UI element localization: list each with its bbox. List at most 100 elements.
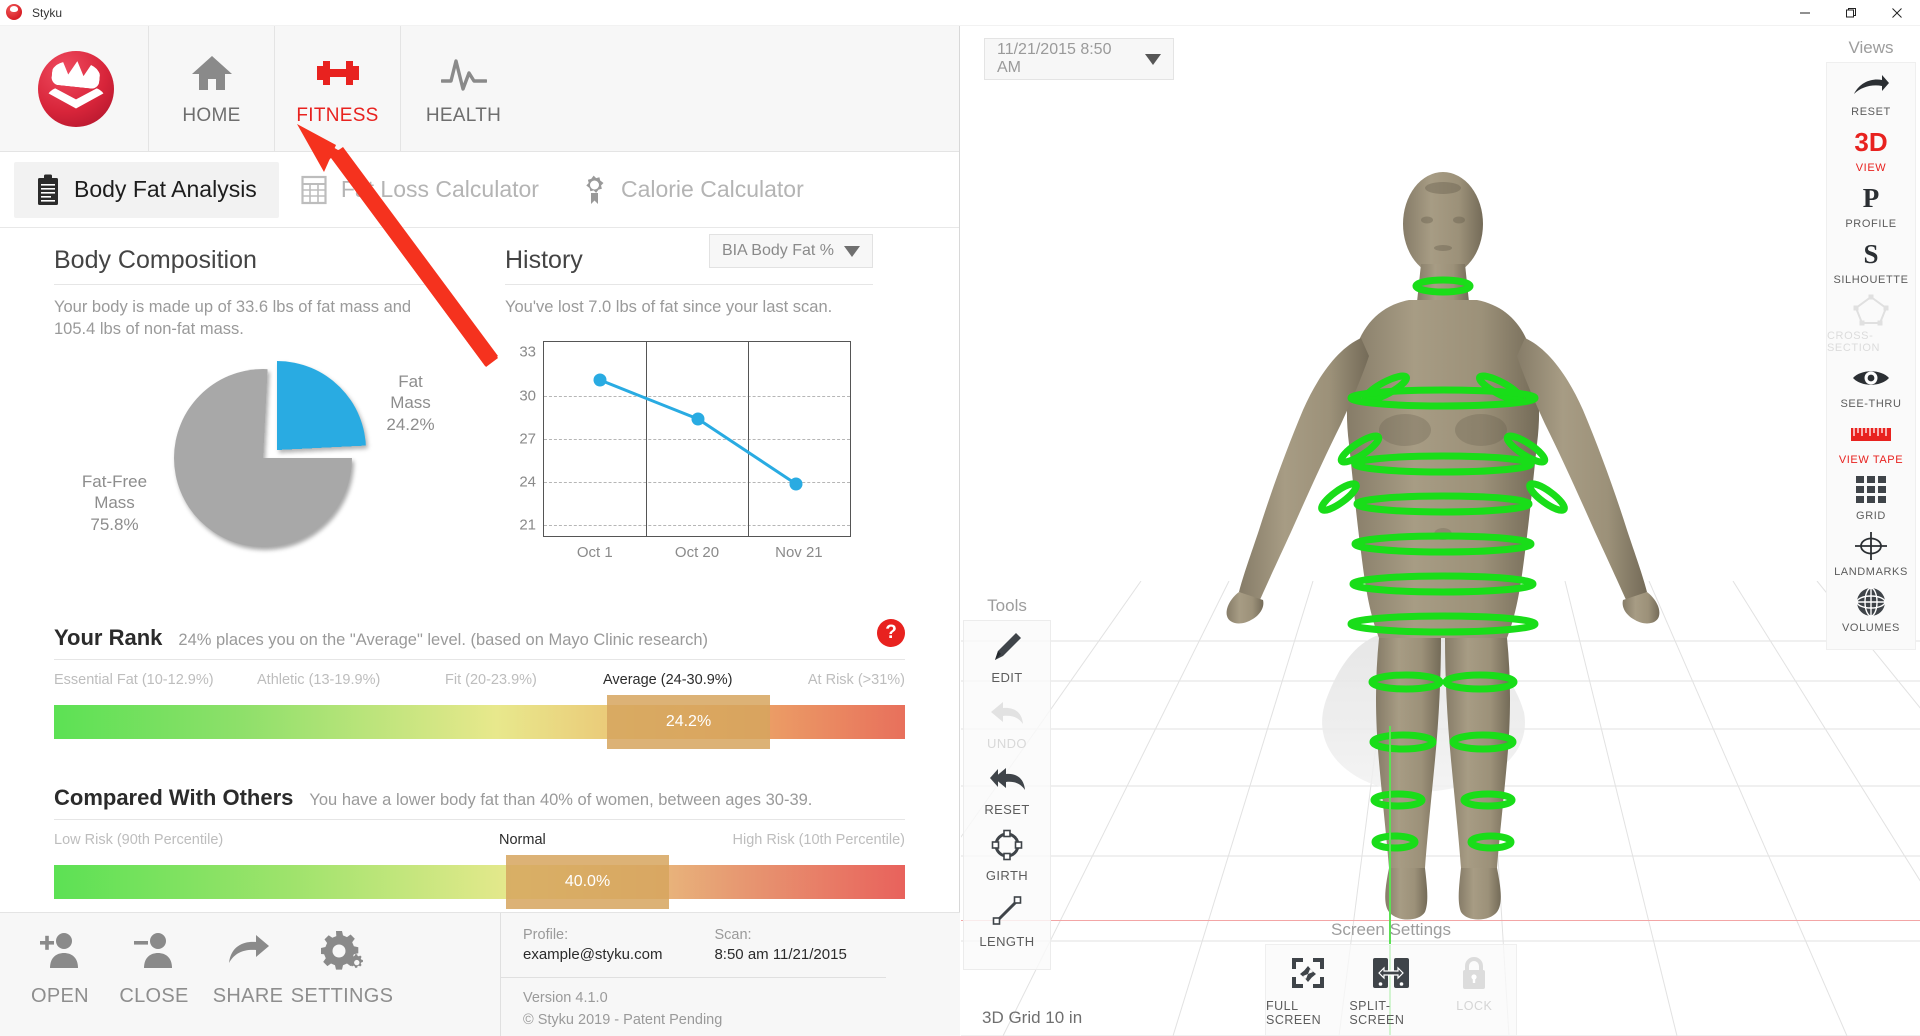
tool-label: RESET: [984, 802, 1029, 817]
length-line-icon: [991, 893, 1023, 929]
view-see-thru[interactable]: SEE-THRU: [1827, 361, 1915, 410]
profile-key: Profile:: [523, 927, 662, 943]
analysis-panel: HOME FITNESS HEALTH: [0, 26, 960, 1036]
reset-arrow-icon: [1852, 69, 1890, 103]
view-cross-section: CROSS-SECTION: [1827, 293, 1915, 354]
pentagon-icon: [1853, 293, 1889, 327]
data-point: [790, 477, 803, 490]
compared-gradient: [54, 865, 905, 899]
divider: [54, 284, 437, 285]
viewer-panel[interactable]: 11/21/2015 8:50 AM 3D Grid 10 in Tools E…: [961, 26, 1920, 1036]
tab-calorie-calculator[interactable]: Calorie Calculator: [561, 162, 826, 218]
your-rank-section: Your Rank 24% places you on the "Average…: [0, 625, 959, 739]
home-icon: [190, 51, 234, 95]
grid-icon: [1855, 473, 1887, 507]
view-volumes[interactable]: VOLUMES: [1827, 585, 1915, 634]
main-navbar: HOME FITNESS HEALTH: [0, 26, 959, 152]
view-grid[interactable]: GRID: [1827, 473, 1915, 522]
view-label: SEE-THRU: [1840, 398, 1901, 410]
history-metric-select[interactable]: BIA Body Fat %: [709, 234, 873, 268]
share-label: SHARE: [213, 985, 283, 1008]
rank-description: 24% places you on the "Average" level. (…: [178, 631, 708, 650]
share-arrow-icon: [225, 927, 271, 973]
history-description: You've lost 7.0 lbs of fat since your la…: [505, 297, 873, 319]
share-button[interactable]: SHARE: [204, 927, 292, 1008]
crosshair-icon: [1853, 529, 1889, 563]
pie-label-fat-free-mass: Fat-FreeMass 75.8%: [62, 471, 167, 536]
user-remove-icon: [132, 927, 176, 973]
x-axis-tick: Oct 20: [675, 544, 719, 561]
avatar-body: [1227, 172, 1660, 920]
rank-level-label: Essential Fat (10-12.9%): [54, 672, 214, 688]
view-silhouette[interactable]: S SILHOUETTE: [1827, 237, 1915, 286]
nav-item-health[interactable]: HEALTH: [400, 26, 526, 152]
divider: [505, 284, 873, 285]
close-button[interactable]: [1874, 0, 1920, 26]
tape-measure-icon: [1850, 417, 1892, 451]
full-screen-button[interactable]: FULL SCREEN: [1266, 953, 1349, 1027]
view-label: PROFILE: [1845, 218, 1896, 230]
body-composition-description: Your body is made up of 33.6 lbs of fat …: [54, 297, 437, 341]
view-3d[interactable]: 3D VIEW: [1827, 125, 1915, 174]
y-axis-tick: 30: [519, 387, 536, 404]
scan-date-select[interactable]: 11/21/2015 8:50 AM: [984, 38, 1174, 80]
letter-p-icon: P: [1863, 181, 1880, 215]
chart-series-line: [544, 342, 852, 538]
tool-length[interactable]: LENGTH: [964, 893, 1050, 949]
lock-button: LOCK: [1433, 953, 1516, 1027]
tab-body-fat-analysis[interactable]: Body Fat Analysis: [14, 162, 279, 218]
tool-reset[interactable]: RESET: [964, 761, 1050, 817]
nav-item-home[interactable]: HOME: [148, 26, 274, 152]
tab-fat-loss-calculator[interactable]: Fat Loss Calculator: [279, 162, 561, 218]
tab-label: Body Fat Analysis: [74, 176, 257, 203]
rank-level-label: At Risk (>31%): [808, 672, 905, 688]
open-button[interactable]: OPEN: [16, 927, 104, 1008]
heartbeat-icon: [441, 51, 487, 95]
y-axis-tick: 24: [519, 474, 536, 491]
nav-label-home: HOME: [182, 105, 240, 127]
view-label: LANDMARKS: [1834, 566, 1908, 578]
pie-label-fat-mass: Fat Mass 24.2%: [384, 371, 437, 436]
open-label: OPEN: [31, 985, 89, 1008]
tools-title: Tools: [963, 596, 1051, 616]
clipboard-icon: [36, 174, 60, 206]
analysis-content: Body Composition Your body is made up of…: [0, 228, 959, 952]
history-line-chart: 33 30 27 24 21 Oct 1 Oct 20 Nov 21: [543, 341, 873, 537]
version-text: Version 4.1.0: [523, 988, 886, 1010]
pie-graphic: [174, 361, 360, 547]
reset-arrow-icon: [988, 761, 1026, 797]
rank-gradient: [54, 705, 905, 739]
nav-item-fitness[interactable]: FITNESS: [274, 26, 400, 152]
view-landmarks[interactable]: LANDMARKS: [1827, 529, 1915, 578]
footer-info: Profile: example@styku.com Scan: 8:50 am…: [500, 913, 886, 1036]
split-screen-button[interactable]: SPLIT-SCREEN: [1349, 953, 1432, 1027]
view-reset[interactable]: RESET: [1827, 69, 1915, 118]
compared-with-others-section: Compared With Others You have a lower bo…: [0, 785, 959, 899]
maximize-button[interactable]: [1828, 0, 1874, 26]
window-controls: [1782, 0, 1920, 26]
view-label: VOLUMES: [1842, 622, 1900, 634]
rank-level-label: Fit (20-23.9%): [445, 672, 537, 688]
grid-scale-label: 3D Grid 10 in: [982, 1008, 1082, 1028]
rank-scale-labels: Essential Fat (10-12.9%) Athletic (13-19…: [54, 672, 905, 698]
table-icon: [301, 175, 327, 205]
tool-label: GIRTH: [986, 868, 1028, 883]
3d-body-scan-avatar[interactable]: [1193, 152, 1693, 942]
tool-edit[interactable]: EDIT: [964, 629, 1050, 685]
screen-setting-label: SPLIT-SCREEN: [1349, 999, 1432, 1027]
minimize-button[interactable]: [1782, 0, 1828, 26]
settings-button[interactable]: SETTINGS: [298, 927, 386, 1008]
history-metric-value: BIA Body Fat %: [722, 242, 834, 260]
tool-girth[interactable]: GIRTH: [964, 827, 1050, 883]
x-axis-tick: Nov 21: [775, 544, 823, 561]
pie-slice-fat-mass: [188, 361, 366, 539]
close-profile-button[interactable]: CLOSE: [110, 927, 198, 1008]
view-profile[interactable]: P PROFILE: [1827, 181, 1915, 230]
view-tape[interactable]: VIEW TAPE: [1827, 417, 1915, 466]
gear-icon: [319, 927, 365, 973]
pie-value-fat-free-mass: 75.8%: [62, 514, 167, 536]
help-icon[interactable]: ?: [877, 619, 905, 647]
compared-scale-labels: Low Risk (90th Percentile) Normal High R…: [54, 832, 905, 858]
rank-marker: 24.2%: [607, 695, 770, 749]
compared-marker-value: 40.0%: [565, 873, 610, 891]
